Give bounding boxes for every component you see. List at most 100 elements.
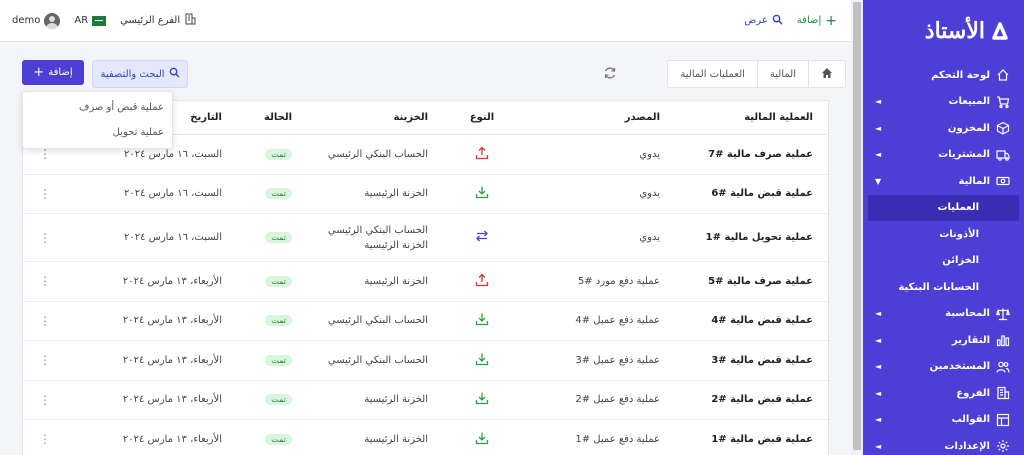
operation-source: يدوي — [639, 148, 660, 160]
operation-name[interactable]: عملية قبض مالية #6 — [678, 188, 828, 199]
sidebar-subitem[interactable]: الحسابات البنكية — [863, 274, 1024, 301]
more-vertical-icon[interactable]: ⋮ — [39, 231, 51, 245]
treasury-name: الخزنة الرئيسية — [364, 188, 428, 200]
breadcrumb-operations: العمليات المالية — [680, 68, 745, 80]
scale-icon — [996, 307, 1010, 321]
refresh-icon[interactable] — [603, 66, 617, 80]
status-badge: تمت — [265, 354, 292, 366]
treasury-name: الخزنة الرئيسية — [364, 239, 428, 251]
table-row[interactable]: عملية تحويل مالية #1 يدوي الحساب البنكي ال… — [23, 214, 828, 262]
user-name: demo — [12, 15, 41, 26]
logo-text: الأستاذ — [924, 18, 985, 44]
breadcrumb-home[interactable] — [808, 61, 845, 87]
caret-left-icon: ◄ — [875, 123, 882, 133]
add-button-label: إضافة — [48, 67, 73, 78]
menu-item-receipt-payment[interactable]: عملية قبض أو صرف — [23, 95, 172, 120]
header-status[interactable]: الحالة — [236, 112, 306, 123]
gear-icon — [996, 439, 1010, 453]
operation-date: الأربعاء، ١٣ مارس ٢٠٢٤ — [122, 354, 222, 366]
caret-left-icon: ◄ — [875, 415, 882, 425]
sidebar-item-label: الإعدادات — [944, 440, 990, 452]
sidebar-item-home[interactable]: لوحة التحكم — [863, 62, 1024, 89]
sidebar-item-scale[interactable]: المحاسبة ◄ — [863, 301, 1024, 328]
scrollbar-thumb[interactable] — [853, 2, 861, 450]
topbar-view-button[interactable]: عرض — [744, 14, 783, 28]
sidebar-item-label: المشتريات — [938, 149, 990, 161]
search-icon — [772, 14, 783, 28]
download-arrow-icon — [475, 431, 489, 448]
more-vertical-icon[interactable]: ⋮ — [39, 314, 51, 328]
table-row[interactable]: عملية قبض مالية #4 عملية دفع عميل #4 الحسا… — [23, 302, 828, 341]
operation-name[interactable]: عملية قبض مالية #4 — [678, 315, 828, 326]
user-menu[interactable]: demo — [12, 12, 61, 29]
table-row[interactable]: عملية قبض مالية #3 عملية دفع عميل #3 الحسا… — [23, 341, 828, 381]
more-vertical-icon[interactable]: ⋮ — [39, 393, 51, 407]
treasury-name: الحساب البنكي الرئيسي — [327, 315, 428, 327]
language-label: AR — [74, 15, 89, 26]
more-vertical-icon[interactable]: ⋮ — [39, 432, 51, 446]
sidebar: الأستاذ لوحة التحكم المبيعات ◄ المخزون ◄ المش… — [863, 0, 1024, 455]
header-source[interactable]: المصدر — [518, 112, 678, 123]
header-type[interactable]: النوع — [446, 112, 518, 123]
sidebar-item-template[interactable]: القوالب ◄ — [863, 407, 1024, 434]
caret-left-icon: ◄ — [875, 335, 882, 345]
sidebar-item-label: المبيعات — [948, 96, 991, 108]
table-row[interactable]: عملية قبض مالية #6 يدوي الخزنة الرئيسية تمت… — [23, 175, 828, 214]
operation-source: عملية دفع مورد #5 — [577, 275, 660, 287]
app-logo[interactable]: الأستاذ — [863, 0, 1024, 62]
language-switcher[interactable]: AR — [74, 15, 107, 26]
more-vertical-icon[interactable]: ⋮ — [39, 147, 51, 161]
sidebar-item-truck[interactable]: المشتريات ◄ — [863, 142, 1024, 169]
operation-source: يدوي — [639, 188, 660, 200]
operation-name[interactable]: عملية قبض مالية #2 — [678, 394, 828, 405]
search-icon — [169, 67, 180, 81]
more-vertical-icon[interactable]: ⋮ — [39, 274, 51, 288]
topbar-add-label: إضافة — [796, 15, 822, 26]
vertical-scrollbar[interactable] — [851, 0, 863, 455]
top-bar: demo AR الفرع الرئيسي + إضافة عرض — [0, 0, 851, 42]
treasury-name: الخزنة الرئيسية — [364, 394, 428, 406]
sidebar-item-chart[interactable]: التقارير ◄ — [863, 327, 1024, 354]
sidebar-item-users[interactable]: المستخدمين ◄ — [863, 354, 1024, 381]
sidebar-item-label: المستخدمين — [929, 361, 990, 373]
operation-date: الأربعاء، ١٣ مارس ٢٠٢٤ — [122, 433, 222, 445]
operation-name[interactable]: عملية صرف مالية #7 — [678, 149, 828, 160]
building-icon — [996, 386, 1010, 400]
sidebar-item-cart[interactable]: المبيعات ◄ — [863, 89, 1024, 116]
sidebar-item-label: المخزون — [947, 122, 990, 134]
operation-name[interactable]: عملية صرف مالية #5 — [678, 276, 828, 287]
more-vertical-icon[interactable]: ⋮ — [39, 187, 51, 201]
operation-name[interactable]: عملية تحويل مالية #1 — [678, 232, 828, 243]
treasury-cell: الحساب البنكي الرئيسي — [306, 313, 446, 328]
download-arrow-icon — [475, 391, 489, 408]
sidebar-subitem[interactable]: الخزائن — [863, 248, 1024, 275]
add-button[interactable]: إضافة + — [22, 60, 84, 85]
topbar-add-button[interactable]: + إضافة — [797, 13, 837, 29]
sidebar-item-money[interactable]: المالية ▼ — [863, 168, 1024, 195]
header-operation[interactable]: العملية المالية — [678, 112, 828, 123]
operation-name[interactable]: عملية قبض مالية #3 — [678, 355, 828, 366]
sidebar-item-box[interactable]: المخزون ◄ — [863, 115, 1024, 142]
table-row[interactable]: عملية قبض مالية #2 عملية دفع عميل #2 الخزن… — [23, 381, 828, 420]
table-row[interactable]: عملية صرف مالية #5 عملية دفع مورد #5 الخزن… — [23, 262, 828, 302]
operation-name[interactable]: عملية قبض مالية #1 — [678, 434, 828, 445]
branch-selector[interactable]: الفرع الرئيسي — [120, 13, 196, 28]
sidebar-item-label: القوالب — [951, 414, 990, 426]
treasury-name: الخزنة الرئيسية — [364, 433, 428, 445]
treasury-name: الحساب البنكي الرئيسي — [327, 354, 428, 366]
treasury-name: الخزنة الرئيسية — [364, 275, 428, 287]
caret-left-icon: ◄ — [875, 362, 882, 372]
menu-item-transfer[interactable]: عملية تحويل — [23, 120, 172, 145]
header-treasury[interactable]: الخزينة — [306, 110, 446, 125]
operation-source: عملية دفع عميل #4 — [575, 315, 660, 327]
sidebar-subitem[interactable]: الأذونات — [863, 221, 1024, 248]
template-icon — [996, 413, 1010, 427]
table-row[interactable]: عملية قبض مالية #1 عملية دفع عميل #1 الخزن… — [23, 420, 828, 455]
breadcrumb-finance[interactable]: المالية — [756, 61, 808, 87]
sidebar-item-building[interactable]: الفروع ◄ — [863, 380, 1024, 407]
transfer-arrows-icon — [475, 229, 489, 246]
more-vertical-icon[interactable]: ⋮ — [39, 353, 51, 367]
sidebar-item-gear[interactable]: الإعدادات ◄ — [863, 433, 1024, 455]
search-filter-button[interactable]: البحث والتصفية — [92, 60, 188, 88]
sidebar-subitem[interactable]: العمليات — [868, 194, 1019, 221]
